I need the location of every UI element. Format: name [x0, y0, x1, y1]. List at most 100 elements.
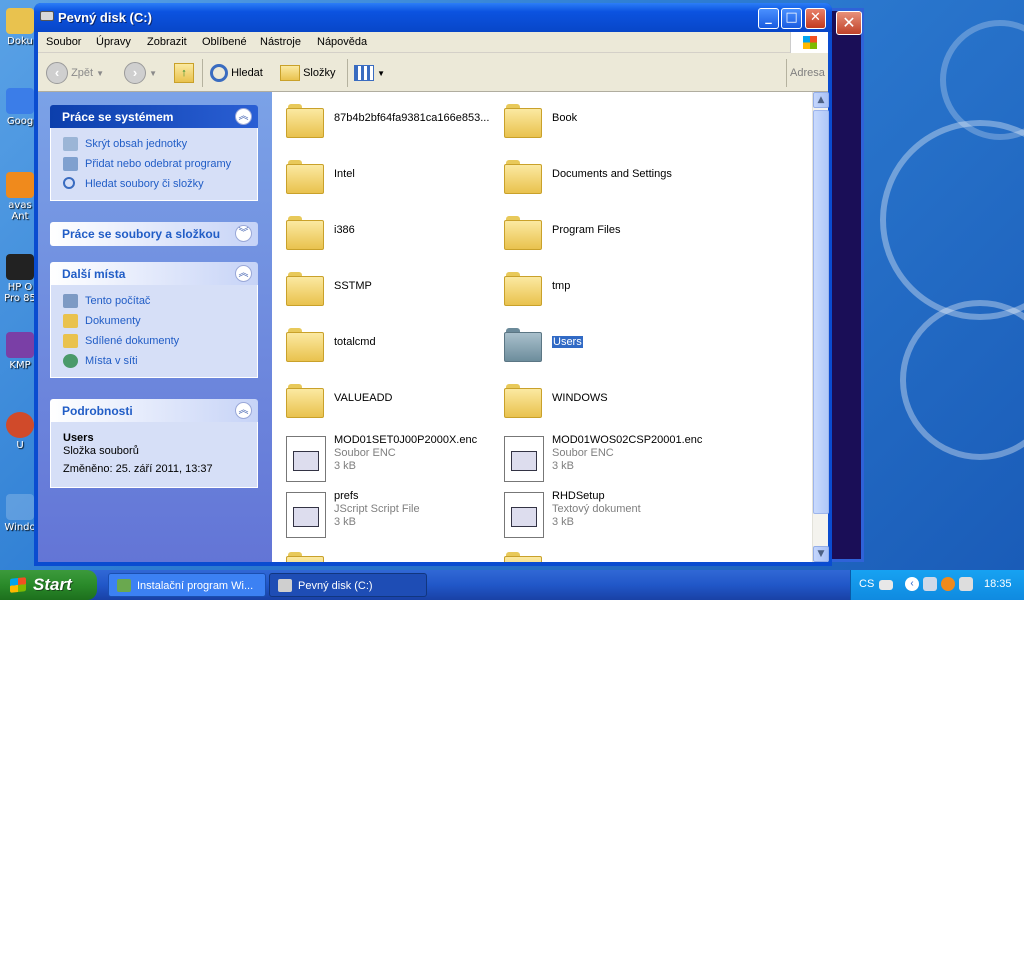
file-item[interactable]: RHDSetup Textový dokument 3 kB [496, 490, 714, 540]
folder-item[interactable]: i386 [278, 210, 496, 260]
item-name: tmp [552, 280, 571, 292]
close-button[interactable]: ✕ [805, 8, 826, 29]
desktop-icon-kmp[interactable]: KMP [2, 332, 38, 371]
panel-system-tasks: Práce se systémem ︽ Skrýt obsah jednotky … [50, 105, 258, 201]
drive-icon [278, 579, 292, 592]
file-item[interactable]: MOD01SET0J00P2000X.enc Soubor ENC 3 kB [278, 434, 496, 484]
avast-icon [6, 172, 34, 198]
folder-icon [286, 328, 324, 362]
details-name: Users [63, 432, 94, 444]
link-network-places[interactable]: Místa v síti [63, 351, 257, 371]
folder-item[interactable]: WINDOWS [496, 378, 714, 428]
link-shared-documents[interactable]: Sdílené dokumenty [63, 331, 257, 351]
desktop-icon-google[interactable]: Goog [2, 88, 38, 127]
network-icon[interactable] [923, 577, 937, 591]
menu-soubor[interactable]: Soubor [46, 36, 81, 48]
search-button[interactable]: Hledat [210, 61, 263, 85]
link-my-documents[interactable]: Dokumenty [63, 311, 257, 331]
folder-icon [504, 160, 542, 194]
views-button[interactable]: ▼ [354, 61, 385, 85]
safely-remove-icon[interactable] [959, 577, 973, 591]
scroll-thumb[interactable] [813, 110, 829, 514]
clock[interactable]: 18:35 [984, 578, 1012, 590]
scroll-down-button[interactable]: ▼ [813, 546, 829, 562]
desktop-icon-documents[interactable]: Doku [2, 8, 38, 47]
expand-tray-icon[interactable]: ‹ [905, 577, 919, 591]
task-installer[interactable]: Instalační program Wi... [108, 573, 266, 597]
panel-header[interactable]: Práce se soubory a složkou ︾ [50, 222, 258, 246]
taskbar: Start Instalační program Wi... Pevný dis… [0, 570, 1024, 600]
item-type: Soubor ENC [334, 447, 396, 459]
menu-napoveda[interactable]: Nápověda [317, 36, 367, 48]
link-my-computer[interactable]: Tento počítač [63, 291, 257, 311]
window-body: Práce se systémem ︽ Skrýt obsah jednotky … [38, 92, 829, 562]
collapse-icon[interactable]: ︽ [235, 265, 252, 282]
desktop-icon-label: HP O Pro 85 [4, 282, 36, 304]
item-size: 3 kB [334, 516, 357, 528]
desktop-icon-windows[interactable]: Windo [2, 494, 38, 533]
desktop-icon-avast[interactable]: avas Ant [2, 172, 38, 222]
panel-header[interactable]: Další místa ︽ [50, 262, 258, 285]
task-label: Instalační program Wi... [137, 580, 254, 592]
menu-upravy[interactable]: Úpravy [96, 36, 131, 48]
folder-item[interactable] [278, 546, 496, 562]
collapse-icon[interactable]: ︽ [235, 108, 252, 125]
back-button[interactable]: ‹ Zpět ▼ [46, 61, 104, 85]
item-type: Soubor ENC [552, 447, 614, 459]
item-name: Book [552, 112, 578, 124]
folder-item[interactable]: totalcmd [278, 322, 496, 372]
windows-flag-icon [803, 36, 817, 49]
folder-item[interactable]: Book [496, 98, 714, 148]
vertical-scrollbar[interactable]: ▲ ▼ [812, 92, 829, 562]
file-item[interactable]: MOD01WOS02CSP20001.enc Soubor ENC 3 kB [496, 434, 714, 484]
folder-item[interactable]: VALUEADD [278, 378, 496, 428]
menu-oblibene[interactable]: Oblíbené [202, 36, 247, 48]
up-button[interactable]: ↑ [174, 61, 194, 85]
address-label[interactable]: Adresa [790, 61, 825, 85]
folder-item[interactable]: tmp [496, 266, 714, 316]
wallpaper-swirl [940, 20, 1024, 140]
minimize-button[interactable]: _ [758, 8, 779, 29]
menu-nastroje[interactable]: Nástroje [260, 36, 301, 48]
folder-item[interactable]: 87b4b2bf64fa9381ca166e853... [278, 98, 496, 148]
start-button[interactable]: Start [0, 570, 97, 600]
panel-header[interactable]: Podrobnosti ︽ [50, 399, 258, 422]
file-item[interactable]: prefs JScript Script File 3 kB [278, 490, 496, 540]
scroll-up-button[interactable]: ▲ [813, 92, 829, 108]
keyboard-icon[interactable] [879, 580, 893, 590]
link-hide-drive-contents[interactable]: Skrýt obsah jednotky [63, 134, 257, 154]
link-label: Sdílené dokumenty [85, 335, 180, 347]
maximize-button[interactable]: □ [781, 8, 802, 29]
folder-item[interactable]: SSTMP [278, 266, 496, 316]
folder-item[interactable]: Documents and Settings [496, 154, 714, 204]
file-icon [286, 436, 326, 482]
avast-tray-icon[interactable] [941, 577, 955, 591]
background-window-close-button[interactable]: ✕ [836, 11, 862, 35]
folders-button[interactable]: Složky [280, 61, 335, 85]
panel-header[interactable]: Práce se systémem ︽ [50, 105, 258, 128]
folder-item[interactable]: Users [496, 322, 714, 372]
desktop-icon-label: avas Ant [8, 200, 32, 222]
folder-icon [6, 8, 34, 34]
folder-item[interactable]: Intel [278, 154, 496, 204]
folder-item[interactable] [496, 546, 714, 562]
desktop-icon-u[interactable]: U [2, 412, 38, 451]
views-icon [354, 65, 374, 82]
explorer-window[interactable]: Pevný disk (C:) _ □ ✕ Soubor Úpravy Zobr… [34, 3, 832, 566]
expand-icon[interactable]: ︾ [235, 225, 252, 242]
link-search-files[interactable]: Hledat soubory či složky [63, 174, 257, 194]
wallpaper-swirl [880, 120, 1024, 320]
folder-icon [504, 328, 542, 362]
menu-zobrazit[interactable]: Zobrazit [147, 36, 187, 48]
folder-item[interactable]: Program Files [496, 210, 714, 260]
task-explorer[interactable]: Pevný disk (C:) [269, 573, 427, 597]
link-add-remove-programs[interactable]: Přidat nebo odebrat programy [63, 154, 257, 174]
collapse-icon[interactable]: ︽ [235, 402, 252, 419]
language-indicator[interactable]: CS [859, 578, 874, 590]
title-bar[interactable]: Pevný disk (C:) _ □ ✕ [34, 3, 832, 32]
forward-button[interactable]: › ▼ [124, 61, 157, 85]
desktop-icon-hp[interactable]: HP O Pro 85 [2, 254, 38, 304]
file-list[interactable]: 87b4b2bf64fa9381ca166e853... Book Intel Doc… [272, 92, 812, 562]
item-name: prefs [334, 490, 359, 502]
item-name: RHDSetup [552, 490, 605, 502]
